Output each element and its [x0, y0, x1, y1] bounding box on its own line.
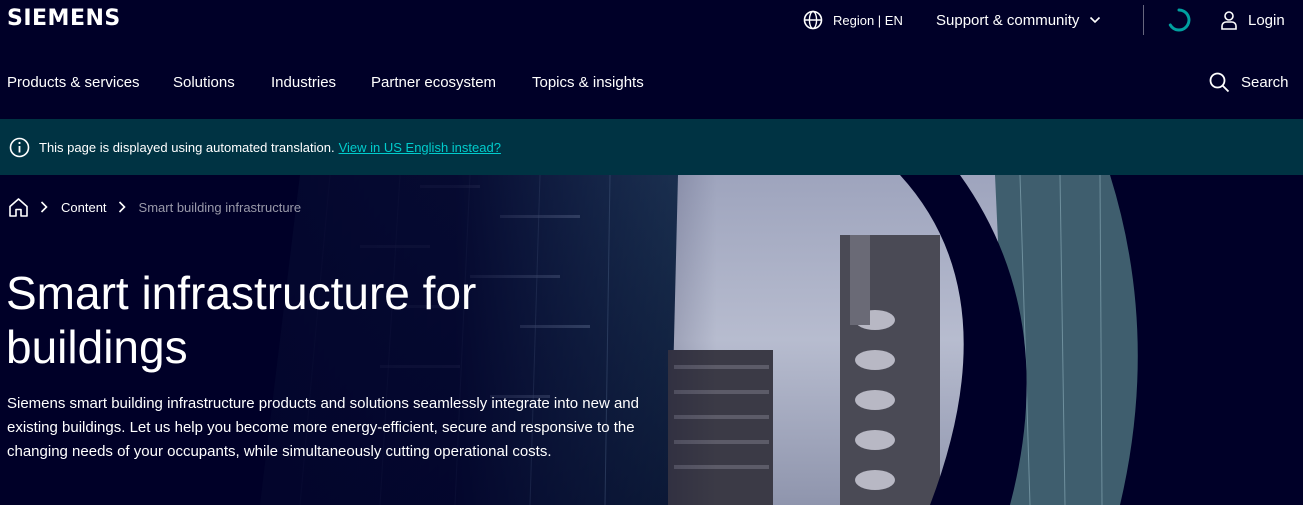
translation-notice: This page is displayed using automated t…: [0, 119, 1303, 175]
login-button[interactable]: Login: [1219, 0, 1285, 40]
login-label: Login: [1248, 11, 1285, 29]
loading-spinner-icon: [1168, 8, 1191, 32]
nav-solutions[interactable]: Solutions: [173, 74, 235, 91]
user-icon: [1221, 11, 1237, 30]
main-navigation: Products & services Solutions Industries…: [0, 64, 1303, 102]
breadcrumb-current: Smart building infrastructure: [138, 199, 302, 215]
breadcrumb: Content Smart building infrastructure: [8, 197, 301, 217]
chevron-right-icon: [118, 201, 126, 213]
chevron-down-icon: [1090, 16, 1101, 24]
search-label: Search: [1241, 74, 1289, 91]
nav-industries[interactable]: Industries: [271, 74, 336, 91]
siemens-logo[interactable]: SIEMENS: [7, 6, 121, 31]
view-english-link[interactable]: View in US English instead?: [339, 140, 501, 155]
chevron-right-icon: [40, 201, 48, 213]
info-icon: [9, 137, 30, 157]
support-label: Support & community: [936, 11, 1080, 29]
nav-products-services[interactable]: Products & services: [7, 74, 140, 91]
region-label: Region | EN: [833, 12, 903, 28]
breadcrumb-item-content[interactable]: Content: [61, 200, 107, 215]
globe-icon: [803, 10, 823, 30]
notice-text: This page is displayed using automated t…: [39, 139, 335, 155]
nav-topics-insights[interactable]: Topics & insights: [532, 74, 644, 91]
nav-partner-ecosystem[interactable]: Partner ecosystem: [371, 74, 496, 91]
page-title: Smart infrastructure for buildings: [6, 267, 477, 373]
search-button[interactable]: Search: [1209, 72, 1289, 93]
header-divider: [1143, 5, 1144, 35]
hero-description: Siemens smart building infrastructure pr…: [7, 395, 639, 460]
support-community-menu[interactable]: Support & community: [936, 0, 1101, 40]
top-utility-bar: SIEMENS Region | EN Support & community …: [0, 0, 1303, 40]
region-selector[interactable]: Region | EN: [803, 0, 903, 40]
home-icon[interactable]: [8, 197, 29, 217]
search-icon: [1209, 72, 1230, 93]
